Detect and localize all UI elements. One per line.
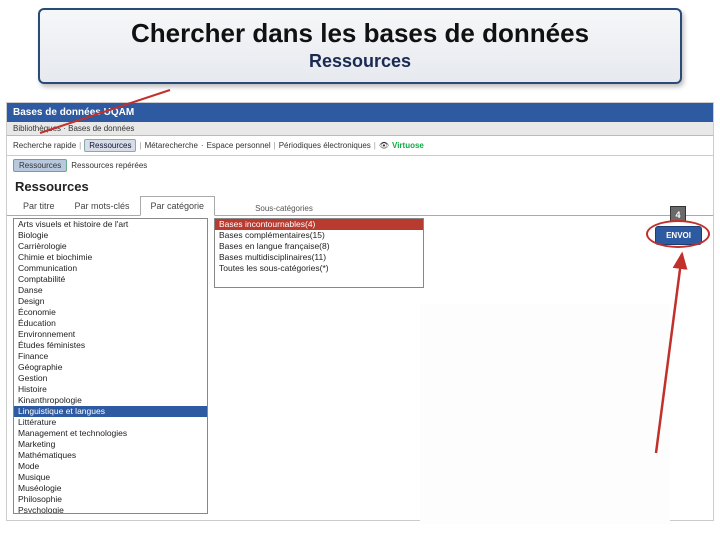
page-title: Ressources <box>7 175 713 196</box>
subnav-ressources-chip[interactable]: Ressources <box>13 159 67 172</box>
list-item[interactable]: Bases complémentaires(15) <box>215 230 423 241</box>
list-item[interactable]: Danse <box>14 285 207 296</box>
nav-ressources[interactable]: Ressources <box>84 139 136 152</box>
nav-metarecherche[interactable]: Métarecherche <box>145 141 198 150</box>
submit-button[interactable]: ENVOI <box>655 226 702 245</box>
slide-subtitle: Ressources <box>50 51 670 72</box>
list-item[interactable]: Kinanthropologie <box>14 395 207 406</box>
list-item[interactable]: Comptabilité <box>14 274 207 285</box>
categories-listbox[interactable]: Arts visuels et histoire de l'artBiologi… <box>13 218 208 514</box>
subcategories-label: Sous-catégories <box>255 200 313 215</box>
list-item[interactable]: Chimie et biochimie <box>14 252 207 263</box>
annotation-line-icon <box>30 88 180 138</box>
tabs-row: Par titre Par mots-clés Par catégorie So… <box>7 196 713 216</box>
list-item[interactable]: Linguistique et langues <box>14 406 207 417</box>
list-item[interactable]: Design <box>14 296 207 307</box>
main-nav: Recherche rapide | Ressources | Métarech… <box>7 136 713 156</box>
list-item[interactable]: Études féministes <box>14 340 207 351</box>
list-item[interactable]: Mathématiques <box>14 450 207 461</box>
nav-espace-perso[interactable]: Espace personnel <box>207 141 271 150</box>
list-item[interactable]: Marketing <box>14 439 207 450</box>
list-item[interactable]: Communication <box>14 263 207 274</box>
slide-title: Chercher dans les bases de données <box>50 18 670 49</box>
list-item[interactable]: Économie <box>14 307 207 318</box>
list-item[interactable]: Management et technologies <box>14 428 207 439</box>
list-item[interactable]: Carrièrologie <box>14 241 207 252</box>
list-item[interactable]: Géographie <box>14 362 207 373</box>
nav-brand[interactable]: Virtuose <box>392 141 424 150</box>
sub-nav: Ressources Ressources repérées <box>7 156 713 175</box>
eye-icon: 👁 <box>379 141 389 150</box>
list-item[interactable]: Mode <box>14 461 207 472</box>
list-item[interactable]: Musique <box>14 472 207 483</box>
list-item[interactable]: Biologie <box>14 230 207 241</box>
list-item[interactable]: Muséologie <box>14 483 207 494</box>
list-item[interactable]: Littérature <box>14 417 207 428</box>
tab-par-titre[interactable]: Par titre <box>13 197 65 215</box>
list-item[interactable]: Bases en langue française(8) <box>215 241 423 252</box>
list-item[interactable]: Bases multidisciplinaires(11) <box>215 252 423 263</box>
list-item[interactable]: Finance <box>14 351 207 362</box>
list-item[interactable]: Environnement <box>14 329 207 340</box>
blank-panel <box>420 304 670 524</box>
step-badge: 4 <box>670 206 686 222</box>
list-item[interactable]: Éducation <box>14 318 207 329</box>
subnav-reperes[interactable]: Ressources repérées <box>71 161 147 170</box>
list-item[interactable]: Gestion <box>14 373 207 384</box>
nav-recherche-rapide[interactable]: Recherche rapide <box>13 141 76 150</box>
list-item[interactable]: Bases incontournables(4) <box>215 219 423 230</box>
tab-par-mots-cles[interactable]: Par mots-clés <box>65 197 140 215</box>
tab-par-categorie[interactable]: Par catégorie <box>140 196 216 216</box>
list-item[interactable]: Arts visuels et histoire de l'art <box>14 219 207 230</box>
slide-title-box: Chercher dans les bases de données Resso… <box>38 8 682 84</box>
list-item[interactable]: Philosophie <box>14 494 207 505</box>
nav-periodiques[interactable]: Périodiques électroniques <box>279 141 371 150</box>
list-item[interactable]: Toutes les sous-catégories(*) <box>215 263 423 274</box>
list-item[interactable]: Psychologie <box>14 505 207 514</box>
subcategories-listbox[interactable]: Bases incontournables(4)Bases complément… <box>214 218 424 288</box>
list-item[interactable]: Histoire <box>14 384 207 395</box>
